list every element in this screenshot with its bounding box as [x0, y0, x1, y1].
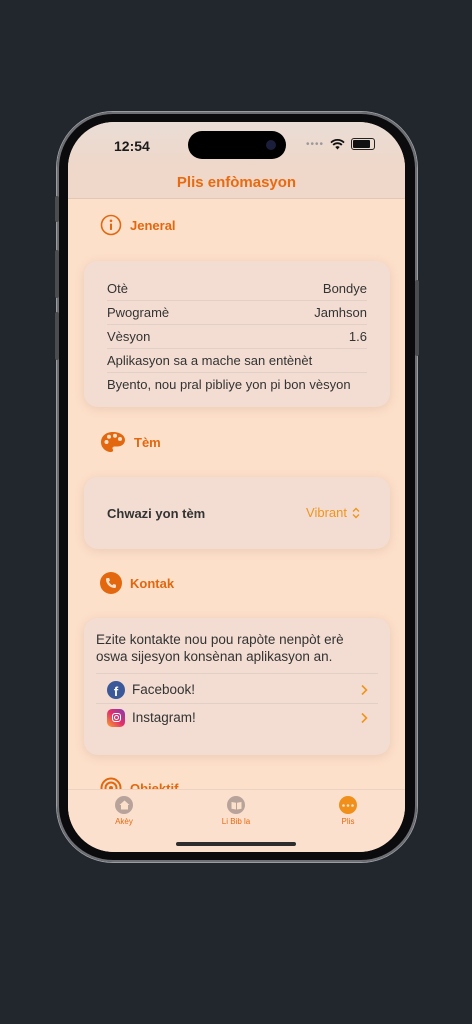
theme-picker[interactable]: Vibrant [306, 505, 360, 520]
page-title: Plis enfòmasyon [176, 174, 297, 191]
section-header-theme: Tèm [100, 431, 161, 453]
tab-home[interactable]: Akèy [84, 796, 164, 826]
chevron-right-icon [361, 684, 368, 695]
signal-icon: •••• [305, 138, 324, 150]
section-title-general: Jeneral [130, 217, 176, 233]
instagram-link[interactable]: Instagram! [96, 704, 378, 731]
info-row-version: Vèsyon 1.6 [107, 325, 367, 349]
info-row-value: 1.6 [348, 329, 367, 344]
battery-icon [351, 138, 375, 150]
contact-description: Ezite kontakte nou pou rapòte nenpòt erè… [96, 631, 378, 674]
phone-icon [100, 572, 122, 594]
camera-icon [266, 140, 276, 150]
section-header-general: Jeneral [100, 214, 176, 236]
instagram-label: Instagram! [132, 710, 196, 725]
tab-label: Akèy [115, 817, 133, 826]
theme-choose-label: Chwazi yon tèm [107, 506, 206, 521]
facebook-icon: f [107, 680, 125, 699]
mute-switch [55, 196, 59, 222]
chevron-right-icon [361, 712, 368, 723]
info-row-label: Vèsyon [107, 329, 151, 344]
tab-label: Li Bib la [221, 817, 251, 826]
tab-read-bible[interactable]: Li Bib la [196, 796, 276, 826]
info-icon [100, 214, 122, 236]
chevron-up-down-icon [352, 507, 360, 518]
instagram-icon [107, 708, 125, 727]
home-icon [115, 796, 133, 814]
status-icons: •••• [306, 138, 375, 150]
wifi-icon [330, 138, 345, 149]
facebook-link[interactable]: f Facebook! [96, 676, 378, 704]
general-card: Otè Bondye Pwogramè Jamhson Vèsyon 1.6 A… [84, 261, 390, 407]
info-note-text: Aplikasyon sa a mache san entènèt [107, 353, 313, 368]
theme-selected-value: Vibrant [306, 505, 347, 520]
status-time: 12:54 [114, 138, 150, 154]
info-note-offline: Aplikasyon sa a mache san entènèt [107, 349, 367, 373]
info-row-label: Pwogramè [107, 305, 170, 320]
navigation-bar: Plis enfòmasyon [68, 168, 405, 199]
section-title-objective: Objektif [130, 780, 179, 790]
tab-label: Plis [341, 817, 355, 826]
status-bar: 12:54 •••• [68, 122, 405, 168]
info-row-value: Jamhson [314, 305, 367, 320]
info-row-author: Otè Bondye [107, 277, 367, 301]
book-icon [227, 796, 245, 814]
info-note-upcoming: Byento, nou pral pibliye yon pi bon vèsy… [107, 373, 367, 396]
volume-up-button [55, 250, 59, 298]
info-row-value: Bondye [322, 281, 367, 296]
section-title-contact: Kontak [130, 575, 175, 591]
contact-card: Ezite kontakte nou pou rapòte nenpòt erè… [84, 618, 390, 755]
info-note-text: Byento, nou pral pibliye yon pi bon vèsy… [107, 377, 351, 392]
target-icon [100, 777, 122, 789]
palette-icon [101, 432, 125, 452]
tab-more[interactable]: Plis [308, 796, 388, 826]
app-screen: 12:54 •••• Plis enfòmasyon Jeneral Otè B… [68, 122, 405, 852]
section-title-theme: Tèm [134, 434, 161, 450]
dynamic-island [188, 131, 286, 159]
section-header-contact: Kontak [100, 572, 174, 594]
home-indicator [176, 842, 296, 846]
info-row-label: Otè [107, 281, 128, 296]
side-button [415, 280, 419, 356]
content-scroll[interactable]: Jeneral Otè Bondye Pwogramè Jamhson Vèsy… [68, 199, 405, 789]
theme-card: Chwazi yon tèm Vibrant [84, 477, 390, 549]
more-icon [339, 796, 357, 814]
section-header-objective: Objektif [100, 777, 178, 789]
facebook-label: Facebook! [132, 682, 196, 697]
volume-down-button [55, 312, 59, 360]
info-row-programmer: Pwogramè Jamhson [107, 301, 367, 325]
